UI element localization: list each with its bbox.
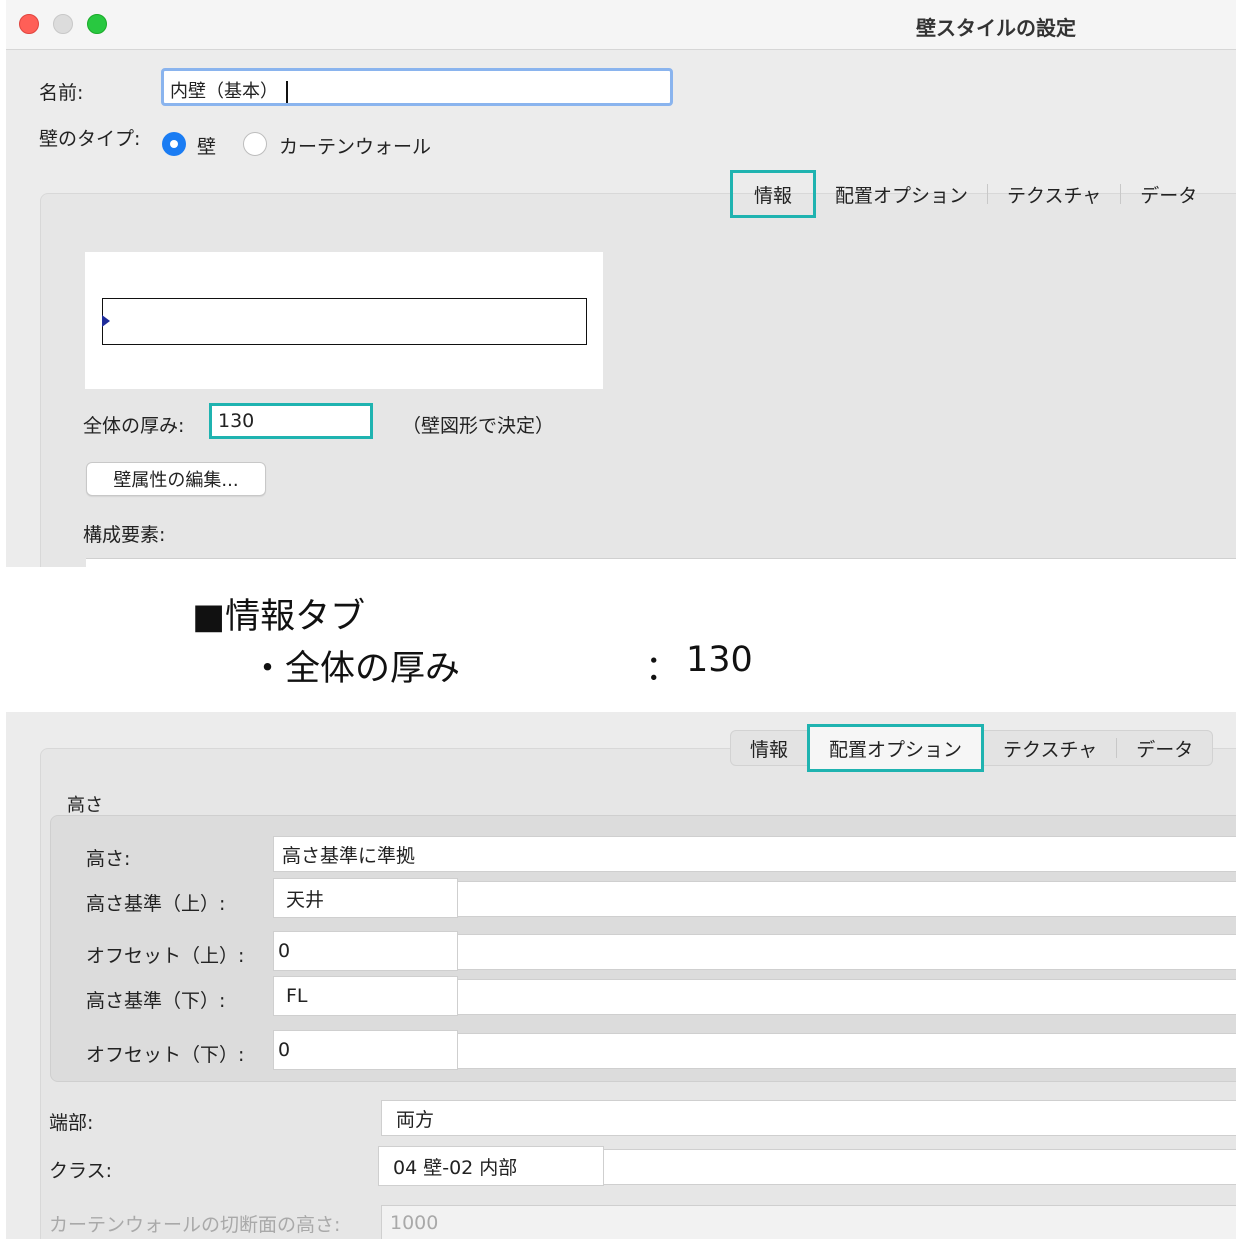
class-select[interactable]: 04 壁-02 内部 <box>378 1146 604 1186</box>
tab-data[interactable]: データ <box>1121 176 1216 212</box>
top-offset-label: オフセット（上）: <box>86 945 245 967</box>
tab-placement-options[interactable]: 配置オプション <box>816 176 987 212</box>
curtain-cut-height-label: カーテンウォールの切断面の高さ: <box>49 1214 341 1236</box>
tab-data[interactable]: データ <box>1117 730 1212 766</box>
height-select[interactable]: 高さ基準に準拠 <box>273 836 1236 872</box>
wall-type-option-wall[interactable]: 壁 <box>197 132 216 159</box>
wall-preview-shape <box>102 298 587 345</box>
bottom-ref-select[interactable]: FL <box>273 976 458 1016</box>
tab-info[interactable]: 情報 <box>731 730 807 766</box>
wall-type-radio-wall[interactable] <box>162 132 186 156</box>
curtain-cut-height-input[interactable]: 1000 <box>381 1205 1236 1239</box>
wall-style-window-placement: 情報 配置オプション テクスチャ データ 高さ 高さ: 高さ基準に準拠 高さ基準… <box>6 712 1236 1239</box>
wall-direction-marker-icon <box>102 315 110 327</box>
wall-type-radio-curtain-wall[interactable] <box>243 132 267 156</box>
tab-texture[interactable]: テクスチャ <box>984 730 1116 766</box>
components-label: 構成要素: <box>83 524 166 546</box>
text-caret <box>286 81 288 103</box>
top-ref-select[interactable]: 天井 <box>273 878 458 918</box>
tab-bar: 情報 配置オプション テクスチャ データ <box>730 724 1214 772</box>
tab-texture[interactable]: テクスチャ <box>988 176 1120 212</box>
components-list[interactable] <box>86 558 1236 567</box>
caption-heading: ■情報タブ <box>192 597 366 637</box>
class-label: クラス: <box>49 1160 113 1182</box>
window-title: 壁スタイルの設定 <box>916 16 1076 40</box>
title-bar: 壁スタイルの設定 <box>6 0 1236 50</box>
thickness-input[interactable]: 130 <box>209 403 373 439</box>
wall-style-window-info: 壁スタイルの設定 名前: 内壁（基本） 壁のタイプ: 壁 カーテンウォール 情報… <box>6 0 1236 567</box>
edit-wall-attributes-button[interactable]: 壁属性の編集... <box>86 462 266 496</box>
height-group-label: 高さ <box>67 795 103 816</box>
top-offset-input[interactable]: 0 <box>273 931 458 971</box>
caption-colon: ： <box>645 649 681 689</box>
minimize-window-button[interactable] <box>53 14 73 34</box>
close-window-button[interactable] <box>19 14 39 34</box>
caption-item-value: 130 <box>686 640 753 680</box>
end-label: 端部: <box>49 1112 94 1134</box>
name-label: 名前: <box>39 82 84 104</box>
bottom-offset-label: オフセット（下）: <box>86 1044 245 1066</box>
top-ref-label: 高さ基準（上）: <box>86 893 226 915</box>
thickness-label: 全体の厚み: <box>83 415 185 437</box>
caption-item-label: ・全体の厚み <box>250 649 461 689</box>
wall-type-option-curtain-wall[interactable]: カーテンウォール <box>279 132 431 159</box>
tab-bar: 情報 配置オプション テクスチャ データ <box>730 170 1216 218</box>
tab-placement-options[interactable]: 配置オプション <box>807 724 985 772</box>
name-input-value: 内壁（基本） <box>170 81 278 102</box>
end-select[interactable]: 両方 <box>381 1100 1236 1136</box>
tab-info[interactable]: 情報 <box>730 170 817 218</box>
name-input[interactable]: 内壁（基本） <box>161 68 673 106</box>
zoom-window-button[interactable] <box>87 14 107 34</box>
bottom-ref-label: 高さ基準（下）: <box>86 990 226 1012</box>
wall-type-label: 壁のタイプ: <box>39 128 141 150</box>
thickness-note: （壁図形で決定） <box>402 415 555 437</box>
height-label: 高さ: <box>86 848 131 870</box>
bottom-offset-input[interactable]: 0 <box>273 1030 458 1070</box>
